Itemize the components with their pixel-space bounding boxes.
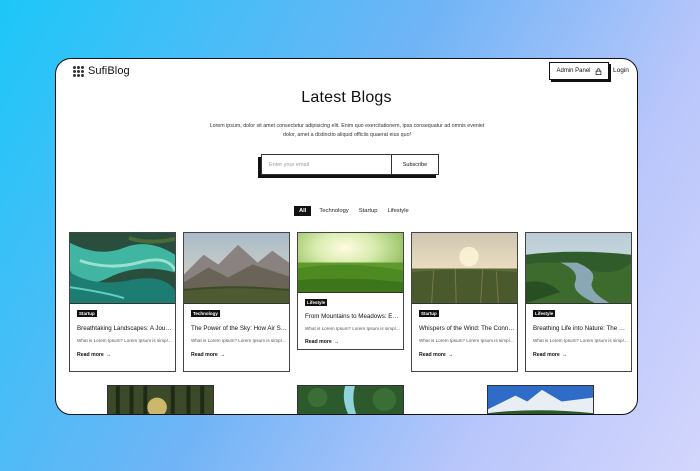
blog-card-title[interactable]: Breathtaking Landscapes: A Journey xyxy=(77,325,173,332)
blog-card-image xyxy=(184,233,289,304)
read-more-label: Read more xyxy=(77,352,104,358)
admin-panel-label: Admin Panel xyxy=(556,68,591,74)
blog-card-image xyxy=(298,233,403,293)
lock-icon xyxy=(595,67,601,75)
arrow-right-icon: → xyxy=(333,339,339,345)
blog-card-excerpt: What is Lorem Ipsum? Lorem Ipsum is simp… xyxy=(191,338,287,343)
blog-card-excerpt: What is Lorem Ipsum? Lorem Ipsum is simp… xyxy=(77,338,173,343)
category-filters: All Technology Startup Lifestyle xyxy=(294,206,411,216)
read-more-label: Read more xyxy=(533,352,560,358)
logo-text: SufiBlog xyxy=(88,65,130,77)
blog-card-image[interactable] xyxy=(487,385,594,414)
read-more-label: Read more xyxy=(419,352,446,358)
category-tag: Startup xyxy=(419,310,439,317)
blog-card-image xyxy=(526,233,631,304)
blog-card-excerpt: What is Lorem Ipsum? Lorem Ipsum is simp… xyxy=(419,338,515,343)
read-more-link[interactable]: Read more → xyxy=(305,339,339,345)
blog-card[interactable]: Technology The Power of the Sky: How Air… xyxy=(183,232,290,372)
arrow-right-icon: → xyxy=(447,352,453,358)
blog-card-image[interactable] xyxy=(107,385,214,414)
site-logo[interactable]: SufiBlog xyxy=(73,65,130,77)
category-tag: Lifestyle xyxy=(305,299,328,306)
filter-lifestyle[interactable]: Lifestyle xyxy=(385,206,410,216)
category-tag: Startup xyxy=(77,310,97,317)
blog-card[interactable]: Lifestyle Breathing Life into Nature: Th… xyxy=(525,232,632,372)
read-more-link[interactable]: Read more → xyxy=(419,352,453,358)
read-more-link[interactable]: Read more → xyxy=(533,352,567,358)
blog-card-title[interactable]: From Mountains to Meadows: Exploring xyxy=(305,313,401,320)
blog-card[interactable]: Lifestyle From Mountains to Meadows: Exp… xyxy=(297,232,404,350)
read-more-label: Read more xyxy=(191,352,218,358)
blog-card[interactable]: Startup Breathtaking Landscapes: A Journ… xyxy=(69,232,176,372)
subscribe-button[interactable]: Subscribe xyxy=(391,154,439,175)
blog-card-title[interactable]: Whispers of the Wind: The Connection xyxy=(419,325,515,332)
login-link[interactable]: Login xyxy=(613,67,629,74)
admin-panel-button[interactable]: Admin Panel xyxy=(549,62,609,80)
category-tag: Lifestyle xyxy=(533,310,556,317)
blog-card-image xyxy=(70,233,175,304)
arrow-right-icon: → xyxy=(219,352,225,358)
subscribe-form: Subscribe xyxy=(261,154,439,175)
read-more-link[interactable]: Read more → xyxy=(77,352,111,358)
email-field[interactable] xyxy=(261,154,391,175)
page-title: Latest Blogs xyxy=(301,89,392,106)
blog-card-excerpt: What is Lorem Ipsum? Lorem Ipsum is simp… xyxy=(533,338,629,343)
browser-frame: SufiBlog Admin Panel Login Latest Blogs … xyxy=(55,58,638,415)
blog-card[interactable]: Startup Whispers of the Wind: The Connec… xyxy=(411,232,518,372)
filter-technology[interactable]: Technology xyxy=(317,206,350,216)
filter-startup[interactable]: Startup xyxy=(357,206,380,216)
category-tag: Technology xyxy=(191,310,220,317)
blog-card-excerpt: What is Lorem Ipsum? Lorem Ipsum is simp… xyxy=(305,326,401,331)
blog-card-image[interactable] xyxy=(297,385,404,414)
blog-card-image xyxy=(412,233,517,304)
blog-card-title[interactable]: The Power of the Sky: How Air Shapes xyxy=(191,325,287,332)
read-more-link[interactable]: Read more → xyxy=(191,352,225,358)
read-more-label: Read more xyxy=(305,339,332,345)
arrow-right-icon: → xyxy=(105,352,111,358)
blog-card-title[interactable]: Breathing Life into Nature: The Story xyxy=(533,325,629,332)
page-description: Lorem ipsum, dolor sit amet consectetur … xyxy=(209,123,485,138)
filter-all[interactable]: All xyxy=(294,206,312,216)
logo-dots-icon xyxy=(73,65,84,77)
arrow-right-icon: → xyxy=(561,352,567,358)
